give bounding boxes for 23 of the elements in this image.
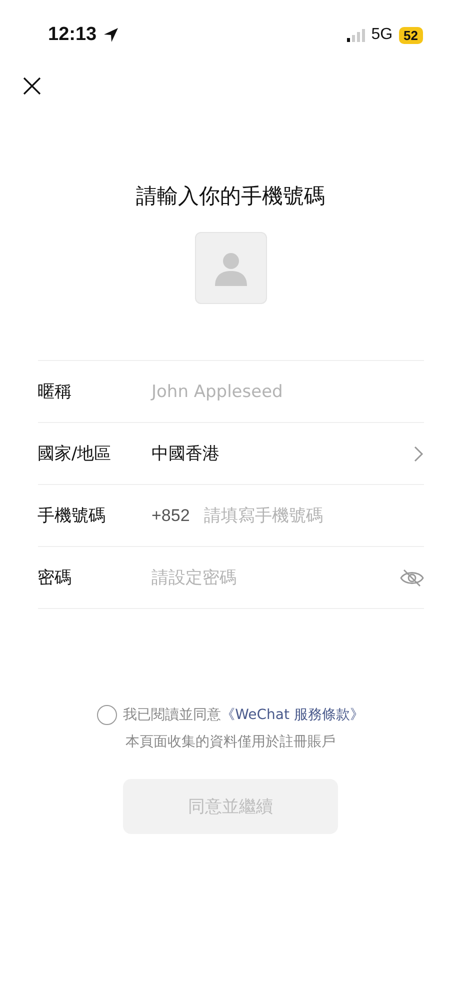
eye-slash-icon[interactable] — [400, 568, 424, 586]
chevron-right-icon[interactable] — [414, 446, 424, 462]
close-button[interactable] — [22, 76, 42, 96]
page-title: 請輸入你的手機號碼 — [136, 183, 325, 210]
terms-link[interactable]: 《WeChat 服務條款》 — [221, 707, 364, 723]
signal-icon — [347, 28, 366, 42]
field-label: 密碼 — [38, 567, 72, 589]
location-arrow-icon — [102, 27, 119, 43]
avatar-placeholder[interactable] — [194, 232, 266, 304]
input-field[interactable]: John Appleseed — [152, 382, 424, 402]
region-value[interactable]: 中國香港 — [152, 442, 414, 465]
field-label: 暱稱 — [38, 381, 72, 403]
agreement-checkbox[interactable] — [97, 705, 118, 725]
country-code[interactable]: +852 — [152, 506, 190, 526]
input-field[interactable]: 請設定密碼 — [152, 566, 400, 589]
agreement-text: 我已閱讀並同意《WeChat 服務條款》 — [123, 706, 364, 724]
battery-icon: 52 — [398, 26, 423, 44]
network-label: 5G — [371, 26, 393, 44]
field-label: 手機號碼 — [38, 505, 106, 527]
status-time: 12:13 — [48, 24, 97, 46]
privacy-note: 本頁面收集的資料僅用於註冊賬戶 — [126, 733, 336, 751]
field-label: 國家/地區 — [38, 443, 112, 465]
input-field[interactable]: 請填寫手機號碼 — [204, 504, 424, 527]
